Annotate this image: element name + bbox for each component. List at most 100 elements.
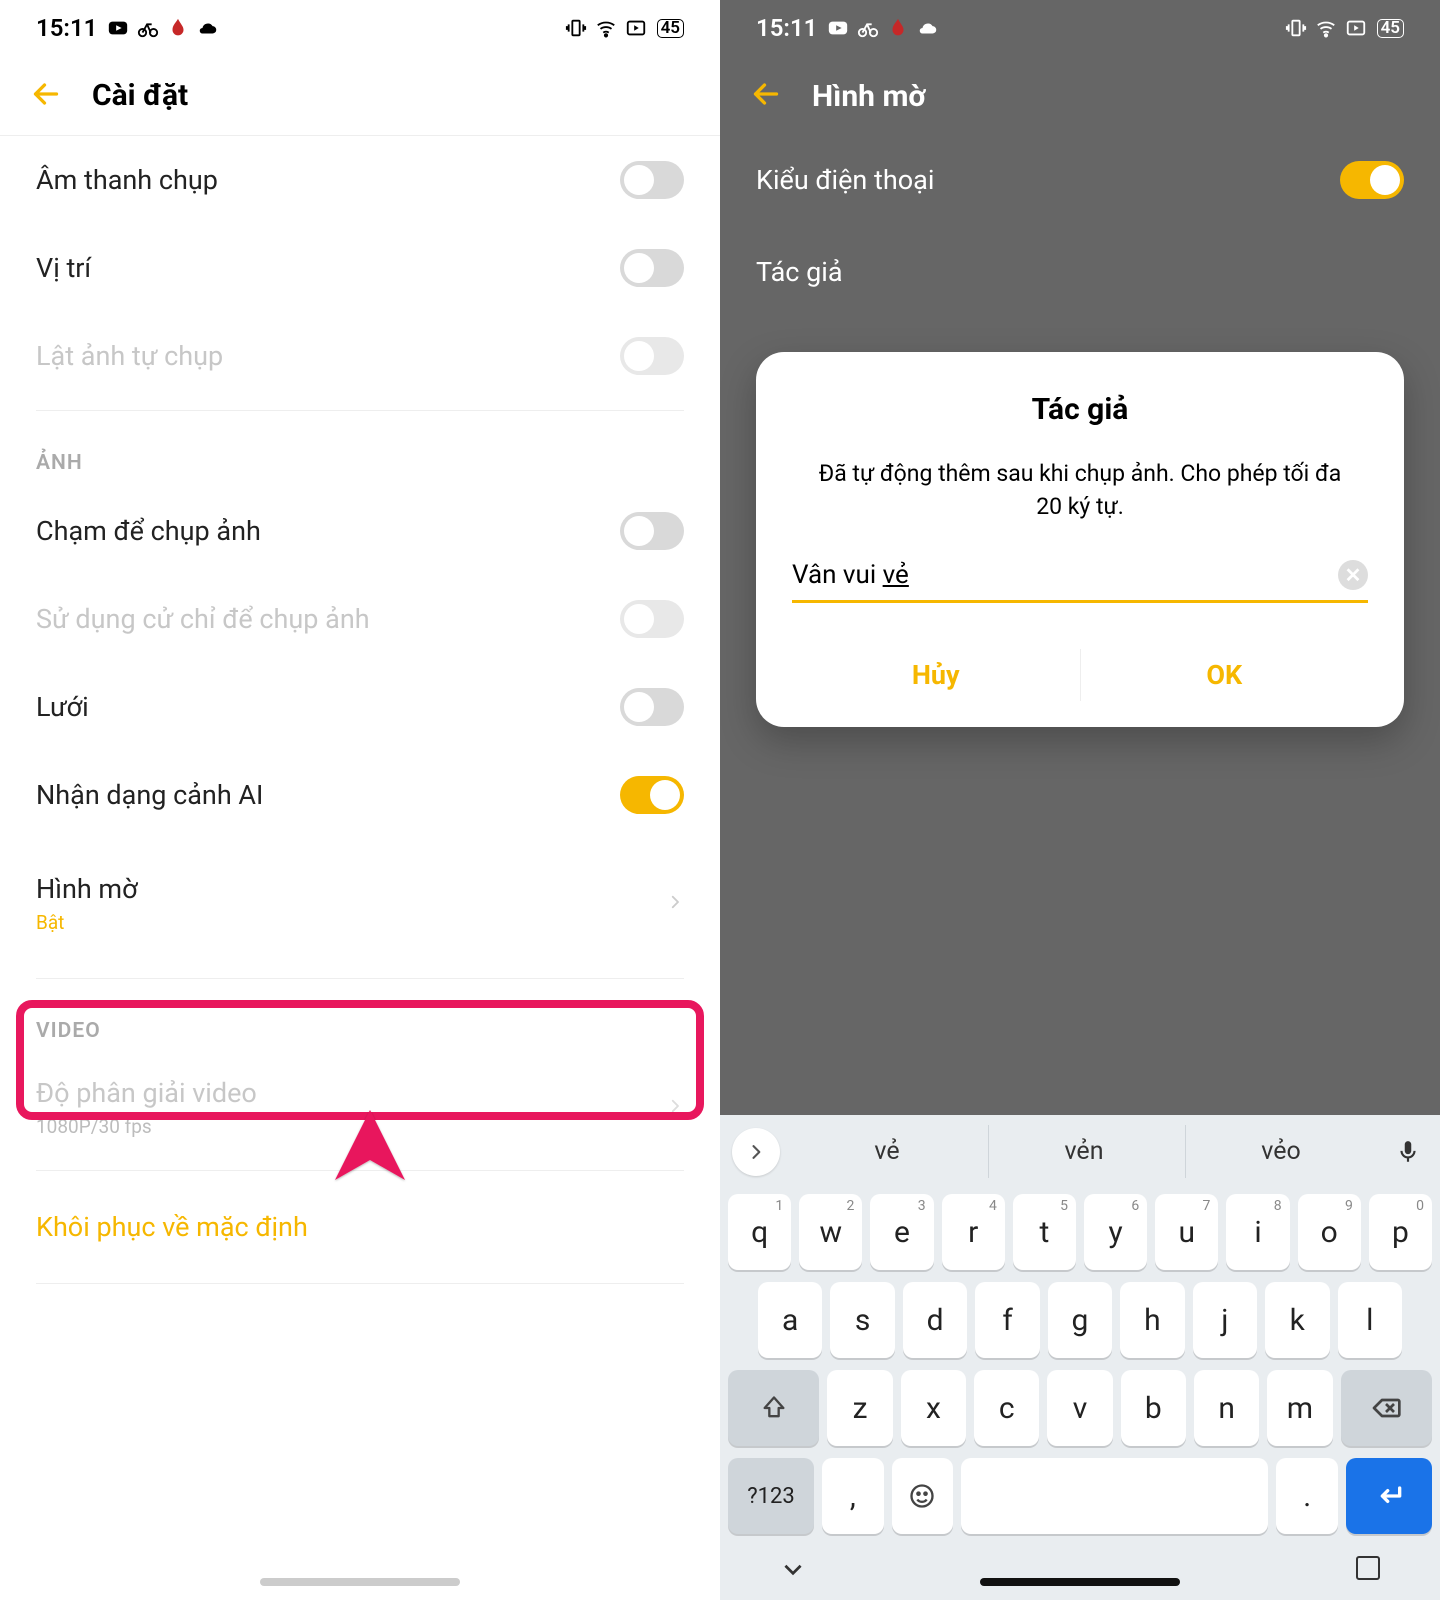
toggle-gesture[interactable] [620,600,684,638]
row-label: Độ phân giải video [36,1077,257,1109]
back-button[interactable] [28,76,64,116]
key-q[interactable]: q1 [728,1194,791,1270]
toggle-mirror-selfie[interactable] [620,337,684,375]
page-title: Hình mờ [812,79,926,114]
key-o[interactable]: o9 [1298,1194,1361,1270]
key-a[interactable]: a [758,1282,822,1358]
comma-key[interactable]: , [822,1458,883,1534]
wifi-icon [595,17,617,39]
suggestion[interactable]: vẻn [988,1125,1179,1178]
backspace-key[interactable] [1341,1370,1432,1446]
key-x[interactable]: x [901,1370,966,1446]
battery-level: 45 [1377,19,1404,38]
home-indicator[interactable] [260,1578,460,1586]
key-t[interactable]: t5 [1013,1194,1076,1270]
row-shutter-sound[interactable]: Âm thanh chụp [0,136,720,224]
statusbar: 15:11 45 [720,0,1440,56]
toggle-location[interactable] [620,249,684,287]
key-m[interactable]: m [1267,1370,1332,1446]
phone-right: 15:11 45 Hình mờ Kiểu điện thoại [720,0,1440,1600]
toggle-ai-scene[interactable] [620,776,684,814]
toggle-device-model[interactable] [1340,161,1404,199]
key-p[interactable]: p0 [1369,1194,1432,1270]
keyboard-row-1: q1w2e3r4t5y6u7i8o9p0 [720,1188,1440,1276]
status-icons-left [107,17,219,39]
row-tap-to-shoot[interactable]: Chạm để chụp ảnh [0,487,720,575]
row-device-model[interactable]: Kiểu điện thoại [720,136,1440,224]
vibrate-icon [1285,17,1307,39]
key-k[interactable]: k [1265,1282,1329,1358]
divider [36,410,684,411]
space-key[interactable] [961,1458,1268,1534]
fire-icon [887,17,909,39]
keyboard-row-2: asdfghjkl [720,1276,1440,1364]
enter-key[interactable] [1346,1458,1432,1534]
mic-button[interactable] [1388,1132,1428,1172]
author-dialog: Tác giả Đã tự động thêm sau khi chụp ảnh… [756,352,1404,727]
clock: 15:11 [756,14,817,42]
key-c[interactable]: c [974,1370,1039,1446]
row-label: Kiểu điện thoại [756,164,934,196]
emoji-key[interactable] [892,1458,953,1534]
input-value-prefix: Vân vui [792,560,883,590]
cloud-icon [197,17,219,39]
keyboard: vẻ vẻn vẻo q1w2e3r4t5y6u7i8o9p0 asdfghjk… [720,1115,1440,1600]
toggle-shutter-sound[interactable] [620,161,684,199]
key-s[interactable]: s [830,1282,894,1358]
row-label: Hình mờ [36,873,138,905]
row-watermark[interactable]: Hình mờ Bật [0,839,720,968]
key-d[interactable]: d [903,1282,967,1358]
key-j[interactable]: j [1193,1282,1257,1358]
clear-button[interactable]: ✕ [1338,560,1368,590]
key-l[interactable]: l [1338,1282,1402,1358]
numeric-key[interactable]: ?123 [728,1458,814,1534]
shift-key[interactable] [728,1370,819,1446]
vibrate-icon [565,17,587,39]
row-label: Tác giả [756,256,843,288]
key-v[interactable]: v [1047,1370,1112,1446]
cancel-button[interactable]: Hủy [792,643,1080,707]
row-label: Vị trí [36,252,91,284]
toggle-tap-to-shoot[interactable] [620,512,684,550]
row-label: Nhận dạng cảnh AI [36,779,263,811]
row-author[interactable]: Tác giả [720,224,1440,312]
key-n[interactable]: n [1194,1370,1259,1446]
row-grid[interactable]: Lưới [0,663,720,751]
row-location[interactable]: Vị trí [0,224,720,312]
section-video: VIDEO [0,989,720,1055]
row-sublabel: Bật [36,911,138,934]
key-h[interactable]: h [1120,1282,1184,1358]
row-gesture[interactable]: Sử dụng cử chỉ để chụp ảnh [0,575,720,663]
key-r[interactable]: r4 [942,1194,1005,1270]
home-indicator[interactable] [980,1578,1180,1586]
key-y[interactable]: y6 [1084,1194,1147,1270]
key-i[interactable]: i8 [1226,1194,1289,1270]
key-f[interactable]: f [975,1282,1039,1358]
row-mirror-selfie[interactable]: Lật ảnh tự chụp [0,312,720,400]
key-e[interactable]: e3 [870,1194,933,1270]
status-icons-right [1285,17,1367,39]
key-b[interactable]: b [1121,1370,1186,1446]
back-button[interactable] [748,76,784,116]
nav-recent-icon[interactable] [1356,1556,1380,1580]
keyboard-row-3: zxcvbnm [720,1364,1440,1452]
key-g[interactable]: g [1048,1282,1112,1358]
period-key[interactable]: . [1276,1458,1337,1534]
author-input[interactable]: Vân vui vẻ [792,560,1330,590]
row-video-resolution[interactable]: Độ phân giải video 1080P/30 fps [0,1055,720,1160]
key-z[interactable]: z [827,1370,892,1446]
chevron-right-icon [666,1092,684,1124]
suggestion[interactable]: vẻ [792,1125,982,1178]
divider [36,978,684,979]
bike-icon [137,17,159,39]
row-ai-scene[interactable]: Nhận dạng cảnh AI [0,751,720,839]
ok-button[interactable]: OK [1081,643,1369,707]
toggle-grid[interactable] [620,688,684,726]
author-input-row: Vân vui vẻ ✕ [792,554,1368,603]
reset-defaults[interactable]: Khôi phục về mặc định [0,1181,720,1273]
key-w[interactable]: w2 [799,1194,862,1270]
suggestion[interactable]: vẻo [1185,1125,1376,1178]
key-u[interactable]: u7 [1155,1194,1218,1270]
nav-down-icon[interactable] [780,1556,806,1586]
expand-button[interactable] [732,1128,780,1176]
